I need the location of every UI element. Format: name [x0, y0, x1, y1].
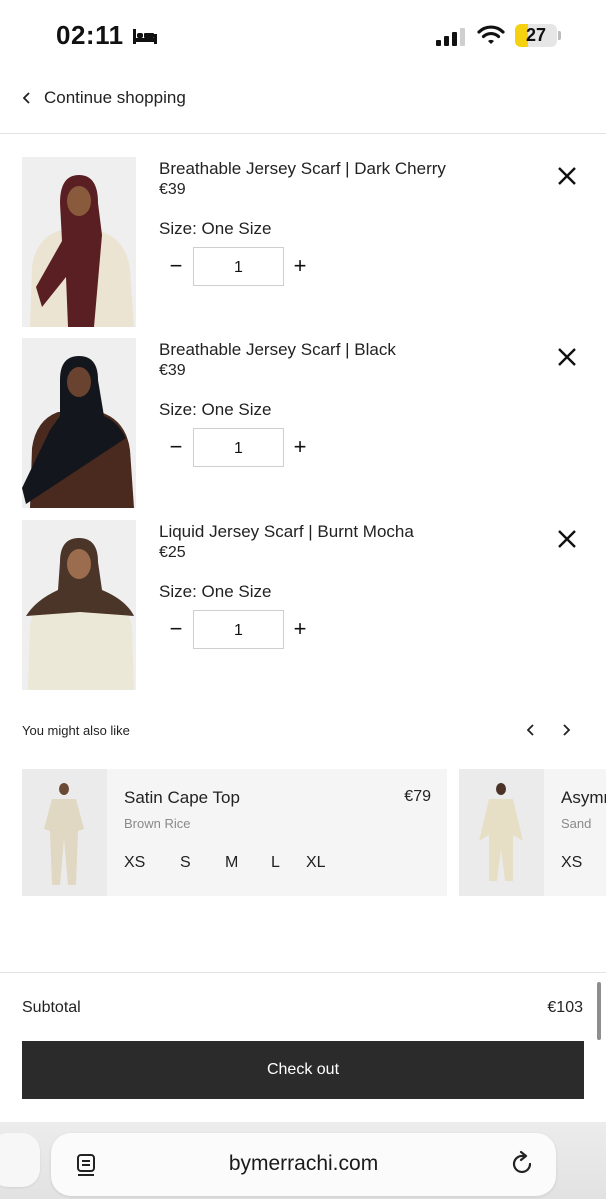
quantity-increase-button[interactable]: +	[290, 436, 310, 460]
cart-item: Breathable Jersey Scarf | Dark Cherry €3…	[22, 157, 592, 329]
item-title[interactable]: Breathable Jersey Scarf | Dark Cherry	[159, 159, 446, 179]
wifi-icon	[477, 25, 505, 44]
continue-shopping-label: Continue shopping	[44, 88, 186, 107]
reload-icon[interactable]	[511, 1151, 535, 1177]
carousel-prev-chevron-icon[interactable]	[524, 722, 538, 738]
size-option-s[interactable]: S	[180, 854, 225, 872]
recommended-product-image[interactable]	[459, 769, 544, 896]
product-thumbnail[interactable]	[22, 520, 136, 690]
remove-item-close-icon[interactable]	[556, 528, 578, 550]
subtotal-value: €103	[547, 999, 583, 1016]
recommended-product-card[interactable]: Asymm Sand XS	[459, 769, 606, 896]
browser-toolbar: bymerrachi.com	[0, 1122, 606, 1199]
chevron-left-icon	[22, 92, 30, 104]
size-options: XS S M L XL	[124, 854, 336, 872]
size-option-xs[interactable]: XS	[124, 854, 180, 872]
recommended-product-name[interactable]: Asymm	[561, 788, 606, 808]
status-bar: 02:11 27	[0, 0, 606, 72]
summary-divider	[0, 972, 606, 973]
subtotal-label: Subtotal	[22, 999, 81, 1016]
checkout-button[interactable]: Check out	[22, 1041, 584, 1099]
battery-level: 27	[525, 25, 547, 45]
recommended-product-card[interactable]: Satin Cape Top €79 Brown Rice XS S M L X…	[22, 769, 447, 896]
cart-item: Liquid Jersey Scarf | Burnt Mocha €25 Si…	[22, 520, 592, 692]
model-photo	[459, 769, 544, 896]
sleep-focus-icon	[132, 28, 157, 44]
scrollbar[interactable]	[597, 982, 601, 1040]
battery-icon: 27	[515, 24, 557, 47]
item-price: €25	[159, 544, 186, 561]
quantity-input[interactable]: 1	[193, 247, 284, 286]
battery-cap	[558, 31, 561, 40]
quantity-decrease-button[interactable]: −	[167, 255, 185, 279]
continue-shopping-link[interactable]: Continue shopping	[22, 88, 186, 108]
quantity-increase-button[interactable]: +	[290, 618, 310, 642]
size-option-xs[interactable]: XS	[561, 854, 601, 872]
quantity-input[interactable]: 1	[193, 428, 284, 467]
item-price: €39	[159, 181, 186, 198]
address-bar[interactable]: bymerrachi.com	[51, 1133, 556, 1196]
recommended-product-color: Sand	[561, 816, 592, 831]
item-price: €39	[159, 362, 186, 379]
recommended-product-color: Brown Rice	[124, 816, 191, 831]
size-option-l[interactable]: L	[271, 854, 306, 872]
recommended-product-name[interactable]: Satin Cape Top	[124, 788, 240, 808]
previous-tab-preview[interactable]	[0, 1133, 40, 1187]
remove-item-close-icon[interactable]	[556, 346, 578, 368]
cart-item: Breathable Jersey Scarf | Black €39 Size…	[22, 338, 592, 510]
quantity-increase-button[interactable]: +	[290, 255, 310, 279]
status-time: 02:11	[56, 20, 158, 51]
url-text[interactable]: bymerrachi.com	[51, 1152, 556, 1176]
recommended-product-image[interactable]	[22, 769, 107, 896]
recommendations-heading: You might also like	[22, 723, 130, 738]
item-size: Size: One Size	[159, 582, 272, 601]
model-photo	[22, 157, 136, 327]
size-option-m[interactable]: M	[225, 854, 271, 872]
quantity-decrease-button[interactable]: −	[167, 436, 185, 460]
item-title[interactable]: Breathable Jersey Scarf | Black	[159, 340, 396, 360]
size-options: XS	[561, 854, 601, 872]
size-option-xl[interactable]: XL	[306, 854, 336, 872]
product-thumbnail[interactable]	[22, 338, 136, 508]
cellular-signal-icon	[436, 28, 465, 46]
header-divider	[0, 133, 606, 134]
model-photo	[22, 769, 107, 896]
remove-item-close-icon[interactable]	[556, 165, 578, 187]
quantity-decrease-button[interactable]: −	[167, 618, 185, 642]
quantity-input[interactable]: 1	[193, 610, 284, 649]
item-size: Size: One Size	[159, 400, 272, 419]
product-thumbnail[interactable]	[22, 157, 136, 327]
item-title[interactable]: Liquid Jersey Scarf | Burnt Mocha	[159, 522, 414, 542]
model-photo	[22, 520, 136, 690]
time-text: 02:11	[56, 20, 124, 50]
carousel-next-chevron-icon[interactable]	[559, 722, 573, 738]
model-photo	[22, 338, 136, 508]
recommended-product-price: €79	[404, 788, 431, 805]
item-size: Size: One Size	[159, 219, 272, 238]
